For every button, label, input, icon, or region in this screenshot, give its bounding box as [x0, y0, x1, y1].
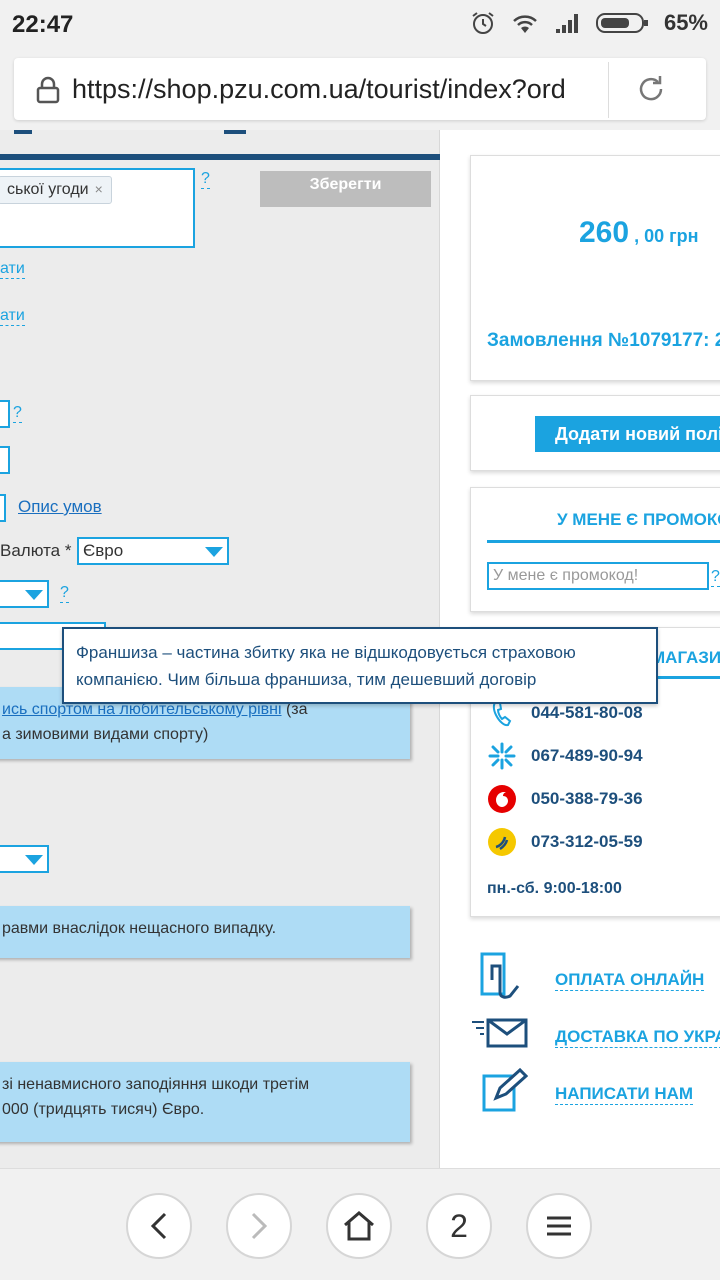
tag-remove-icon[interactable]: × [95, 181, 103, 197]
currency-select[interactable]: Євро [77, 537, 229, 565]
price-card: 260 , 00 грн Замовлення №1079177: 2 [470, 155, 720, 381]
url-text[interactable]: https://shop.pzu.com.ua/tourist/index?or… [72, 74, 592, 105]
mail-icon [472, 1018, 528, 1048]
delivery-link[interactable]: ДОСТАВКА ПО УКРА [555, 1027, 720, 1048]
input-field-3[interactable] [0, 494, 6, 522]
lifecell-icon [487, 827, 517, 857]
liability-info-box: зі ненавмисного заподіяння шкоди третім … [0, 1062, 410, 1142]
deductible-tooltip: Франшиза – частина збитку яка не відшкод… [62, 627, 658, 704]
vodafone-icon [487, 784, 517, 814]
input-field-1[interactable] [0, 400, 10, 428]
chevron-down-icon [25, 855, 43, 865]
liability-line1: зі ненавмисного заподіяння шкоди третім [2, 1076, 310, 1093]
chevron-right-icon [251, 1212, 268, 1240]
phone-number: 050-388-79-36 [531, 789, 643, 808]
add-link-2[interactable]: ати [0, 307, 25, 326]
tab-marker-left [14, 130, 32, 134]
deductible-select[interactable] [0, 580, 49, 608]
conditions-link[interactable]: Опис умов [18, 497, 102, 517]
tab-count: 2 [450, 1207, 468, 1244]
tabs-button[interactable]: 2 [426, 1193, 492, 1259]
order-number: Замовлення №1079177: 2 [487, 330, 720, 351]
input-field-2[interactable] [0, 446, 10, 474]
status-icons: 65% [470, 10, 708, 36]
status-bar: 22:47 65% [0, 0, 720, 50]
browser-toolbar: https://shop.pzu.com.ua/tourist/index?or… [0, 50, 720, 130]
tag-text: ської угоди [7, 181, 89, 198]
phone-number: 073-312-05-59 [531, 832, 643, 851]
battery-percent: 65% [663, 10, 708, 35]
home-icon [344, 1211, 374, 1241]
help-icon[interactable]: ? [711, 568, 720, 587]
sport-line2: а зимовими видами спорту) [2, 726, 209, 743]
shops-title: МАГАЗИ [651, 648, 720, 667]
add-policy-card: Додати новий полі [470, 395, 720, 471]
tag-chip: ської угоди × [0, 176, 112, 204]
battery-icon [595, 13, 648, 33]
coverage-select[interactable] [0, 845, 49, 873]
write-icon [482, 1067, 528, 1112]
payment-icon [480, 952, 520, 999]
chevron-left-icon [150, 1212, 167, 1240]
phone-row[interactable]: 050-388-79-36 [487, 784, 643, 814]
menu-icon [547, 1216, 571, 1236]
phone-row[interactable]: 073-312-05-59 [487, 827, 643, 857]
forward-button[interactable] [226, 1193, 292, 1259]
add-link-1[interactable]: ати [0, 260, 25, 279]
working-hours: пн.-сб. 9:00-18:00 [487, 880, 622, 897]
tag-input[interactable]: ської угоди × [0, 168, 195, 248]
phone-number: 067-489-90-94 [531, 746, 643, 765]
status-time: 22:47 [12, 11, 74, 38]
write-us-link[interactable]: НАПИСАТИ НАМ [555, 1084, 694, 1105]
liability-line2: 000 (тридцять тисяч) Євро. [2, 1101, 205, 1118]
pay-online-link[interactable]: ОПЛАТА ОНЛАЙН [555, 970, 705, 991]
wifi-icon [513, 15, 537, 33]
chevron-down-icon [25, 590, 43, 600]
phone-row[interactable]: 067-489-90-94 [487, 741, 643, 771]
chevron-down-icon [205, 547, 223, 557]
injury-info-box: равми внаслідок нещасного випадку. [0, 906, 410, 958]
reload-icon[interactable] [634, 72, 668, 106]
browser-nav-bar: 2 [0, 1168, 720, 1280]
url-divider [608, 62, 609, 118]
phone-number: 044-581-80-08 [531, 703, 643, 722]
promo-divider [487, 540, 720, 543]
save-button[interactable]: Зберегти [260, 171, 431, 207]
signal-icon [555, 14, 578, 33]
help-icon[interactable]: ? [60, 584, 69, 603]
currency-label: Валюта * [0, 541, 72, 560]
lock-icon [36, 76, 60, 104]
back-button[interactable] [126, 1193, 192, 1259]
price: 260 , 00 грн [579, 216, 698, 250]
tab-marker-right [224, 130, 246, 134]
address-bar[interactable]: https://shop.pzu.com.ua/tourist/index?or… [14, 58, 706, 120]
help-icon[interactable]: ? [201, 170, 210, 189]
form-top-divider [0, 154, 440, 160]
price-main: 260 [579, 216, 630, 249]
price-rest: , 00 грн [629, 226, 699, 246]
currency-value: Євро [83, 541, 124, 560]
help-icon[interactable]: ? [13, 404, 22, 423]
injury-text: равми внаслідок нещасного випадку. [2, 920, 277, 937]
kyivstar-icon [487, 741, 517, 771]
add-policy-button[interactable]: Додати новий полі [535, 416, 720, 452]
alarm-icon [472, 12, 494, 34]
promo-title: У МЕНЕ Є ПРОМОКО [557, 510, 720, 529]
promo-card: У МЕНЕ Є ПРОМОКО У мене є промокод! ? [470, 487, 720, 612]
home-button[interactable] [326, 1193, 392, 1259]
menu-button[interactable] [526, 1193, 592, 1259]
promo-input[interactable]: У мене є промокод! [487, 562, 709, 590]
